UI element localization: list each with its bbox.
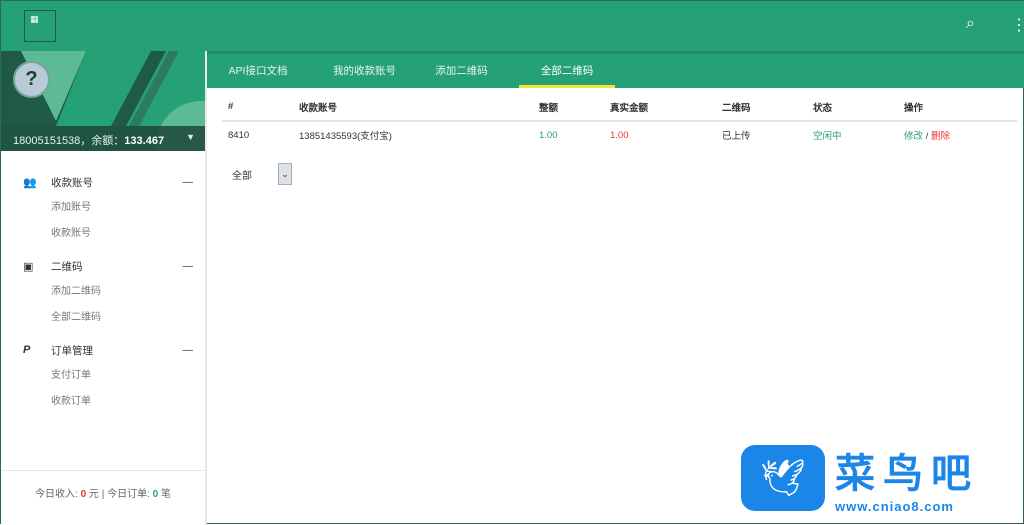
menu-item-pay-orders[interactable]: 支付订单 xyxy=(1,363,205,389)
watermark-url: www.cniao8.com xyxy=(835,499,954,514)
menu-group-accounts[interactable]: 👥 收款账号 — xyxy=(1,169,205,195)
menu-group-label: 收款账号 xyxy=(51,176,93,189)
logo[interactable]: ▦ xyxy=(24,10,56,42)
tab-api-docs[interactable]: API接口文档 xyxy=(219,54,297,88)
account-dropdown[interactable]: 18005151538，余额：133.467 ▼ xyxy=(1,126,205,151)
tab-all-qrcode[interactable]: 全部二维码 xyxy=(519,54,615,88)
search-icon[interactable]: ⌕ xyxy=(966,15,975,33)
bird-logo-icon: 🕊 xyxy=(741,444,825,511)
collapse-icon: — xyxy=(182,344,194,356)
orders-label: 今日订单: xyxy=(107,489,150,500)
menu-group-qrcode[interactable]: ▣ 二维码 — xyxy=(1,253,205,279)
menu-group-orders[interactable]: P 订单管理 — xyxy=(1,337,205,363)
menu-item-receive-orders[interactable]: 收款订单 xyxy=(1,389,205,415)
tab-my-accounts[interactable]: 我的收款账号 xyxy=(317,54,412,88)
income-value: 0 xyxy=(80,489,87,500)
cell-actions: 修改 / 删除 xyxy=(904,121,1017,148)
menu-item-add-account[interactable]: 添加账号 xyxy=(1,195,205,221)
profile-panel: ? 18005151538，余额：133.467 ▼ xyxy=(1,51,205,151)
collapse-icon: — xyxy=(182,176,194,188)
cell-status: 空闲中 xyxy=(813,131,842,142)
separator: | xyxy=(101,489,105,500)
cell-id: 8410 xyxy=(228,129,250,141)
col-qrcode: 二维码 xyxy=(722,93,813,122)
balance: 133.467 xyxy=(124,135,165,147)
orders-value: 0 xyxy=(152,489,159,500)
id-card-icon: ▣ xyxy=(23,260,34,273)
filter-value: 全部 xyxy=(232,170,252,182)
cell-qrcode: 已上传 xyxy=(722,131,751,142)
delete-link[interactable]: 删除 xyxy=(931,131,950,142)
table-row: 8410 13851435593(支付宝) 1.00 1.00 已上传 空闲中 … xyxy=(222,121,1017,148)
col-actions: 操作 xyxy=(904,93,1017,122)
table-header: # 收款账号 整额 真实金额 二维码 状态 操作 xyxy=(222,93,1017,122)
orders-unit: 笔 xyxy=(160,489,171,500)
col-account: 收款账号 xyxy=(299,93,539,122)
cell-amount: 1.00 xyxy=(539,129,558,141)
col-amount: 整额 xyxy=(539,93,610,122)
watermark-name: 菜鸟吧 xyxy=(835,450,979,497)
menu-group-label: 订单管理 xyxy=(51,344,93,357)
sidebar: ? 18005151538，余额：133.467 ▼ 👥 收款账号 — 添加账号 收… xyxy=(1,51,207,525)
today-stats: 今日收入: 0 元 | 今日订单: 0 笔 xyxy=(1,470,205,525)
tab-bar: API接口文档 我的收款账号 添加二维码 全部二维码 xyxy=(207,51,1024,88)
account-label: 18005151538，余额： xyxy=(13,135,125,147)
col-status: 状态 xyxy=(813,93,904,122)
menu-item-accounts[interactable]: 收款账号 xyxy=(1,221,205,247)
chevron-down-icon[interactable]: ⌄ xyxy=(278,163,292,185)
qrcode-table: # 收款账号 整额 真实金额 二维码 状态 操作 8410 1385143559… xyxy=(222,93,1017,148)
edit-link[interactable]: 修改 xyxy=(904,131,923,142)
menu-group-label: 二维码 xyxy=(51,260,83,273)
separator: / xyxy=(925,131,929,142)
users-icon: 👥 xyxy=(23,176,37,189)
watermark: 🕊 菜鸟吧 www.cniao8.com xyxy=(741,441,979,514)
paypal-icon: P xyxy=(23,344,31,356)
collapse-icon: — xyxy=(182,260,194,272)
cell-account: 13851435593(支付宝) xyxy=(299,131,392,142)
tab-add-qrcode[interactable]: 添加二维码 xyxy=(419,54,504,88)
col-real-amount: 真实金额 xyxy=(610,93,722,122)
caret-down-icon: ▼ xyxy=(186,132,195,142)
col-id: # xyxy=(222,93,299,122)
income-unit: 元 xyxy=(88,489,99,500)
cell-real-amount: 1.00 xyxy=(610,129,629,141)
more-vertical-icon[interactable]: ⋮ xyxy=(1011,15,1024,35)
top-bar: ▦ ⌕ ⋮ xyxy=(1,1,1024,51)
status-filter[interactable]: 全部 ⌄ xyxy=(232,163,292,185)
menu-item-add-qrcode[interactable]: 添加二维码 xyxy=(1,279,205,305)
avatar[interactable]: ? xyxy=(13,61,50,98)
income-label: 今日收入: xyxy=(35,489,78,500)
menu-item-all-qrcode[interactable]: 全部二维码 xyxy=(1,305,205,331)
